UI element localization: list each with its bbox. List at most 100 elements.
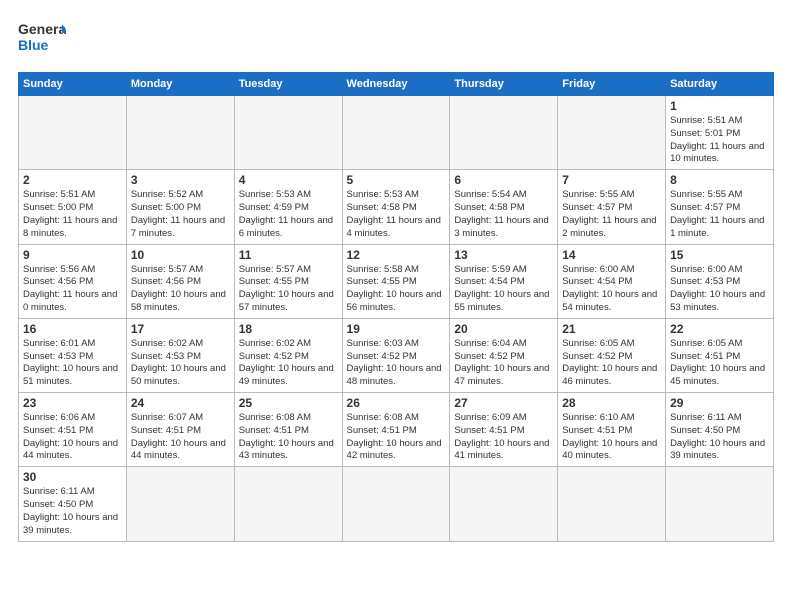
day-number: 8: [670, 173, 769, 187]
day-info: Sunrise: 6:02 AM Sunset: 4:53 PM Dayligh…: [131, 338, 230, 389]
day-number: 2: [23, 173, 122, 187]
calendar-page: General Blue SundayMondayTuesdayWednesda…: [0, 0, 792, 612]
calendar-cell: 6Sunrise: 5:54 AM Sunset: 4:58 PM Daylig…: [450, 170, 558, 244]
day-number: 22: [670, 322, 769, 336]
day-info: Sunrise: 5:53 AM Sunset: 4:59 PM Dayligh…: [239, 189, 338, 240]
svg-text:General: General: [18, 21, 66, 37]
calendar-cell: 29 Sunrise: 6:11 AM Sunset: 4:50 PM Dayli…: [666, 393, 774, 467]
day-info: Sunrise: 6:06 AM Sunset: 4:51 PM Dayligh…: [23, 412, 122, 463]
day-number: 17: [131, 322, 230, 336]
day-number: 29: [670, 396, 769, 410]
day-number: 20: [454, 322, 553, 336]
calendar-cell: 4 Sunrise: 5:53 AM Sunset: 4:59 PM Daylig…: [234, 170, 342, 244]
calendar-cell: 18 Sunrise: 6:02 AM Sunset: 4:52 PM Dayli…: [234, 318, 342, 392]
calendar-table: SundayMondayTuesdayWednesdayThursdayFrid…: [18, 72, 774, 542]
logo-svg: General Blue: [18, 18, 66, 62]
calendar-cell: 23Sunrise: 6:06 AM Sunset: 4:51 PM Dayli…: [19, 393, 127, 467]
calendar-cell: 19Sunrise: 6:03 AM Sunset: 4:52 PM Dayli…: [342, 318, 450, 392]
day-number: 12: [347, 248, 446, 262]
day-number: 11: [239, 248, 338, 262]
week-row-4: 16 Sunrise: 6:01 AM Sunset: 4:53 PM Dayli…: [19, 318, 774, 392]
day-info: Sunrise: 6:08 AM Sunset: 4:51 PM Dayligh…: [347, 412, 446, 463]
calendar-cell: [234, 467, 342, 541]
day-number: 30: [23, 470, 122, 484]
day-info: Sunrise: 6:10 AM Sunset: 4:51 PM Dayligh…: [562, 412, 661, 463]
svg-text:Blue: Blue: [18, 37, 49, 53]
logo: General Blue: [18, 18, 66, 62]
day-info: Sunrise: 6:00 AM Sunset: 4:53 PM Dayligh…: [670, 264, 769, 315]
day-number: 10: [131, 248, 230, 262]
calendar-cell: 8 Sunrise: 5:55 AM Sunset: 4:57 PM Daylig…: [666, 170, 774, 244]
day-number: 16: [23, 322, 122, 336]
day-number: 14: [562, 248, 661, 262]
day-info: Sunrise: 6:09 AM Sunset: 4:51 PM Dayligh…: [454, 412, 553, 463]
day-info: Sunrise: 5:58 AM Sunset: 4:55 PM Dayligh…: [347, 264, 446, 315]
calendar-cell: 27Sunrise: 6:09 AM Sunset: 4:51 PM Dayli…: [450, 393, 558, 467]
day-number: 6: [454, 173, 553, 187]
calendar-cell: [19, 96, 127, 170]
calendar-cell: 12 Sunrise: 5:58 AM Sunset: 4:55 PM Dayli…: [342, 244, 450, 318]
header-thursday: Thursday: [450, 73, 558, 96]
calendar-cell: 24 Sunrise: 6:07 AM Sunset: 4:51 PM Dayli…: [126, 393, 234, 467]
header-friday: Friday: [558, 73, 666, 96]
day-info: Sunrise: 6:11 AM Sunset: 4:50 PM Dayligh…: [670, 412, 769, 463]
calendar-cell: 11 Sunrise: 5:57 AM Sunset: 4:55 PM Dayli…: [234, 244, 342, 318]
day-number: 3: [131, 173, 230, 187]
day-info: Sunrise: 6:04 AM Sunset: 4:52 PM Dayligh…: [454, 338, 553, 389]
calendar-cell: [126, 467, 234, 541]
calendar-cell: 25Sunrise: 6:08 AM Sunset: 4:51 PM Dayli…: [234, 393, 342, 467]
day-info: Sunrise: 6:05 AM Sunset: 4:51 PM Dayligh…: [670, 338, 769, 389]
day-info: Sunrise: 6:05 AM Sunset: 4:52 PM Dayligh…: [562, 338, 661, 389]
calendar-cell: 13 Sunrise: 5:59 AM Sunset: 4:54 PM Dayli…: [450, 244, 558, 318]
header-wednesday: Wednesday: [342, 73, 450, 96]
calendar-header-row: SundayMondayTuesdayWednesdayThursdayFrid…: [19, 73, 774, 96]
day-number: 24: [131, 396, 230, 410]
calendar-cell: 5Sunrise: 5:53 AM Sunset: 4:58 PM Daylig…: [342, 170, 450, 244]
calendar-cell: 9Sunrise: 5:56 AM Sunset: 4:56 PM Daylig…: [19, 244, 127, 318]
week-row-2: 2 Sunrise: 5:51 AM Sunset: 5:00 PM Daylig…: [19, 170, 774, 244]
day-number: 28: [562, 396, 661, 410]
week-row-1: 1 Sunrise: 5:51 AM Sunset: 5:01 PM Daylig…: [19, 96, 774, 170]
calendar-cell: [342, 96, 450, 170]
calendar-cell: [342, 467, 450, 541]
day-info: Sunrise: 5:53 AM Sunset: 4:58 PM Dayligh…: [347, 189, 446, 240]
calendar-cell: 16 Sunrise: 6:01 AM Sunset: 4:53 PM Dayli…: [19, 318, 127, 392]
calendar-cell: 10 Sunrise: 5:57 AM Sunset: 4:56 PM Dayli…: [126, 244, 234, 318]
day-info: Sunrise: 5:51 AM Sunset: 5:01 PM Dayligh…: [670, 115, 769, 166]
calendar-cell: [558, 96, 666, 170]
header: General Blue: [18, 18, 774, 62]
day-number: 4: [239, 173, 338, 187]
day-info: Sunrise: 6:00 AM Sunset: 4:54 PM Dayligh…: [562, 264, 661, 315]
calendar-cell: [558, 467, 666, 541]
day-info: Sunrise: 5:55 AM Sunset: 4:57 PM Dayligh…: [562, 189, 661, 240]
day-info: Sunrise: 6:01 AM Sunset: 4:53 PM Dayligh…: [23, 338, 122, 389]
calendar-cell: 22 Sunrise: 6:05 AM Sunset: 4:51 PM Dayli…: [666, 318, 774, 392]
calendar-cell: 2 Sunrise: 5:51 AM Sunset: 5:00 PM Daylig…: [19, 170, 127, 244]
week-row-3: 9Sunrise: 5:56 AM Sunset: 4:56 PM Daylig…: [19, 244, 774, 318]
day-number: 9: [23, 248, 122, 262]
day-info: Sunrise: 5:59 AM Sunset: 4:54 PM Dayligh…: [454, 264, 553, 315]
day-number: 21: [562, 322, 661, 336]
calendar-cell: 17 Sunrise: 6:02 AM Sunset: 4:53 PM Dayli…: [126, 318, 234, 392]
calendar-cell: 30 Sunrise: 6:11 AM Sunset: 4:50 PM Dayli…: [19, 467, 127, 541]
day-info: Sunrise: 6:08 AM Sunset: 4:51 PM Dayligh…: [239, 412, 338, 463]
day-number: 26: [347, 396, 446, 410]
header-sunday: Sunday: [19, 73, 127, 96]
calendar-cell: 21 Sunrise: 6:05 AM Sunset: 4:52 PM Dayli…: [558, 318, 666, 392]
day-info: Sunrise: 6:07 AM Sunset: 4:51 PM Dayligh…: [131, 412, 230, 463]
calendar-cell: 1 Sunrise: 5:51 AM Sunset: 5:01 PM Daylig…: [666, 96, 774, 170]
day-info: Sunrise: 5:57 AM Sunset: 4:56 PM Dayligh…: [131, 264, 230, 315]
calendar-cell: 28 Sunrise: 6:10 AM Sunset: 4:51 PM Dayli…: [558, 393, 666, 467]
day-info: Sunrise: 6:11 AM Sunset: 4:50 PM Dayligh…: [23, 486, 122, 537]
day-number: 18: [239, 322, 338, 336]
day-number: 1: [670, 99, 769, 113]
day-number: 13: [454, 248, 553, 262]
calendar-cell: 3Sunrise: 5:52 AM Sunset: 5:00 PM Daylig…: [126, 170, 234, 244]
day-info: Sunrise: 5:55 AM Sunset: 4:57 PM Dayligh…: [670, 189, 769, 240]
calendar-cell: 20 Sunrise: 6:04 AM Sunset: 4:52 PM Dayli…: [450, 318, 558, 392]
day-number: 7: [562, 173, 661, 187]
day-info: Sunrise: 5:57 AM Sunset: 4:55 PM Dayligh…: [239, 264, 338, 315]
day-info: Sunrise: 5:51 AM Sunset: 5:00 PM Dayligh…: [23, 189, 122, 240]
day-info: Sunrise: 6:02 AM Sunset: 4:52 PM Dayligh…: [239, 338, 338, 389]
calendar-cell: [450, 96, 558, 170]
